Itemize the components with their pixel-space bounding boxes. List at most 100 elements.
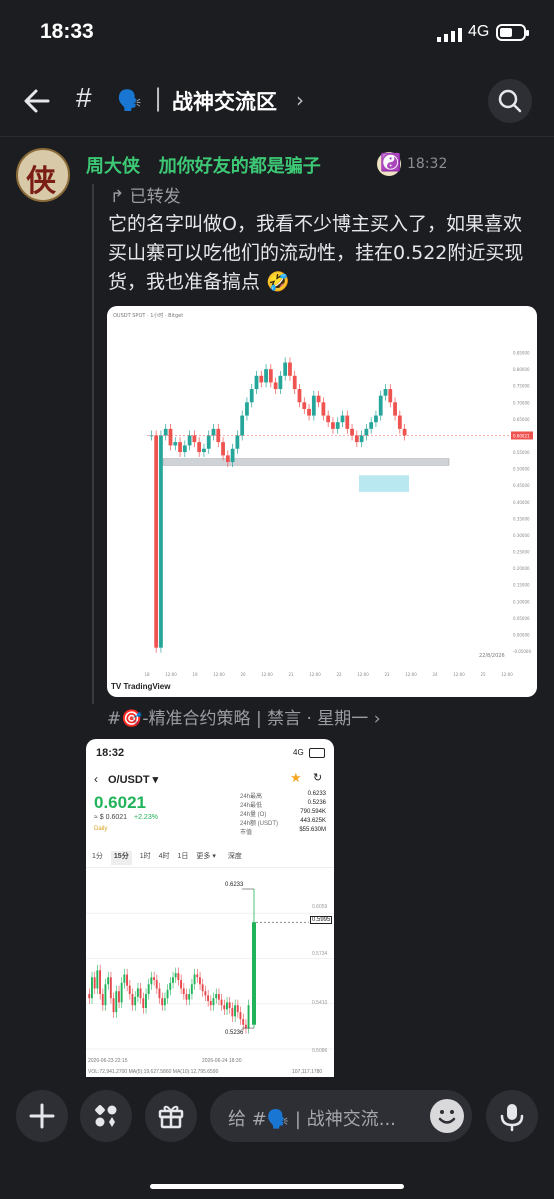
candle xyxy=(147,984,150,995)
phone2-pair: O/USDT ▾ xyxy=(108,774,159,786)
y-tick-label: 0.85000 xyxy=(513,351,530,356)
emoji-button[interactable] xyxy=(430,1099,464,1133)
candle xyxy=(383,389,388,396)
y-tick-label: 0.55000 xyxy=(513,450,530,455)
phone2-price: 0.6021 xyxy=(94,793,146,812)
avatar[interactable]: 侠 xyxy=(16,148,70,202)
phone2-exchange: Daily xyxy=(94,826,108,832)
channel-title[interactable]: 战神交流区 xyxy=(172,86,277,116)
phone2-interval-tabs: 1分 15分 1时 4时 1日 更多 ▾ 深度 xyxy=(92,851,330,865)
candle xyxy=(311,395,316,416)
candle xyxy=(142,998,145,1008)
candle xyxy=(259,375,264,383)
x-tick-label: 21 xyxy=(288,672,294,677)
y-tick-label: 0.20000 xyxy=(513,566,530,571)
candle xyxy=(335,422,340,429)
candle xyxy=(350,428,354,436)
author-name[interactable]: 周大侠 加你好友的都是骗子 xyxy=(86,152,321,178)
candle xyxy=(307,408,311,416)
exchange-screenshot-image[interactable]: 18:32 4G ‹ O/USDT ▾ ★ ↻ 0.6021 ≈ $ 0.602… xyxy=(86,739,334,1077)
interval-tab[interactable]: 更多 ▾ xyxy=(196,851,215,865)
candle xyxy=(153,977,155,981)
gift-icon xyxy=(158,1105,184,1129)
candle xyxy=(326,415,331,423)
message-time: 18:32 xyxy=(407,156,448,172)
x-tick-label: 12:00 xyxy=(501,672,513,677)
add-button[interactable] xyxy=(16,1090,68,1142)
stat-key: 24h量 (O) xyxy=(240,812,267,818)
candle xyxy=(201,984,204,992)
candle xyxy=(134,996,137,1006)
tradingview-chart-image[interactable]: 0.85000 0.80000 0.75000 0.70000 0.65000 0.600… xyxy=(107,306,537,697)
interval-tab[interactable]: 1日 xyxy=(178,851,189,865)
interval-tab[interactable]: 15分 xyxy=(110,851,132,865)
chevron-right-icon[interactable]: › xyxy=(296,88,304,112)
candle xyxy=(245,402,249,416)
candle xyxy=(228,1002,231,1008)
x-tick-label: 12:00 xyxy=(357,672,369,677)
phone2-date-left: 2026-06-23 22:15 xyxy=(88,1058,128,1064)
forward-quote-bar xyxy=(92,184,94,704)
candle xyxy=(154,435,159,648)
apps-icon xyxy=(95,1105,117,1127)
interval-tab[interactable]: 1时 xyxy=(140,851,151,865)
message-text: 它的名字叫做O，我看不少博主买入了，如果喜欢买山寨可以吃他们的流动性，挂在0.5… xyxy=(108,210,538,297)
star-icon: ★ xyxy=(290,770,302,785)
candle xyxy=(104,984,107,1006)
stat-row: 24h额 (USDT) 443.625K xyxy=(240,818,326,827)
candle xyxy=(159,435,163,648)
phone2-divider xyxy=(86,867,334,868)
y-tick-label: 0.25000 xyxy=(513,550,530,555)
x-tick-label: 12:00 xyxy=(309,672,321,677)
y-tick-label: 0.65000 xyxy=(513,417,530,422)
interval-tab[interactable]: 1分 xyxy=(92,851,103,865)
apps-button[interactable] xyxy=(80,1090,132,1142)
candle xyxy=(211,428,216,436)
candle xyxy=(168,428,173,446)
candle xyxy=(292,375,297,390)
interval-tab[interactable]: 4时 xyxy=(159,851,170,865)
candle xyxy=(354,435,359,443)
author-badge: ☯️ xyxy=(377,152,401,176)
x-tick-label: 20 xyxy=(240,672,246,677)
candle xyxy=(268,369,273,383)
candle xyxy=(163,998,166,1006)
y-tick-label: 0.10000 xyxy=(513,599,530,604)
status-time: 18:33 xyxy=(40,20,94,43)
search-button[interactable] xyxy=(488,79,532,123)
candle xyxy=(369,422,374,429)
plus-icon xyxy=(29,1103,55,1129)
phone2-volume-line: VOL:72,941.2700 MA(5):19,627.5860 MA(10)… xyxy=(88,1069,219,1075)
candle xyxy=(118,991,120,1003)
candle xyxy=(163,428,168,436)
candle xyxy=(378,395,383,416)
candle xyxy=(193,974,196,985)
microphone-icon xyxy=(500,1104,524,1132)
candle xyxy=(388,389,393,403)
candle xyxy=(190,984,193,995)
phone2-ytick: 0.5410 xyxy=(312,1000,328,1006)
interval-tab[interactable]: 深度 xyxy=(228,851,242,865)
candle xyxy=(139,988,142,999)
candle xyxy=(234,1005,236,1017)
candle xyxy=(240,415,245,436)
x-tick-label: 12:00 xyxy=(165,672,177,677)
voice-button[interactable] xyxy=(486,1090,538,1142)
back-arrow-icon[interactable] xyxy=(22,86,52,116)
candle xyxy=(199,977,201,985)
stat-row: 24h量 (O) 790.594K xyxy=(240,809,326,818)
candle xyxy=(209,1001,212,1006)
candle xyxy=(158,988,161,999)
stat-value: 443.625K xyxy=(300,818,326,824)
candle xyxy=(374,415,378,423)
source-channel-link[interactable]: #🎯-精准合约策略 | 禁言 · 星期一 › xyxy=(107,704,381,729)
candle xyxy=(126,974,128,986)
candle xyxy=(204,991,207,996)
candle xyxy=(120,982,123,1003)
phone2-time: 18:32 xyxy=(96,747,125,759)
candle xyxy=(302,402,307,409)
candle xyxy=(187,435,192,446)
candle xyxy=(91,977,93,999)
gift-button[interactable] xyxy=(145,1090,197,1142)
x-tick-label: 12:00 xyxy=(261,672,273,677)
